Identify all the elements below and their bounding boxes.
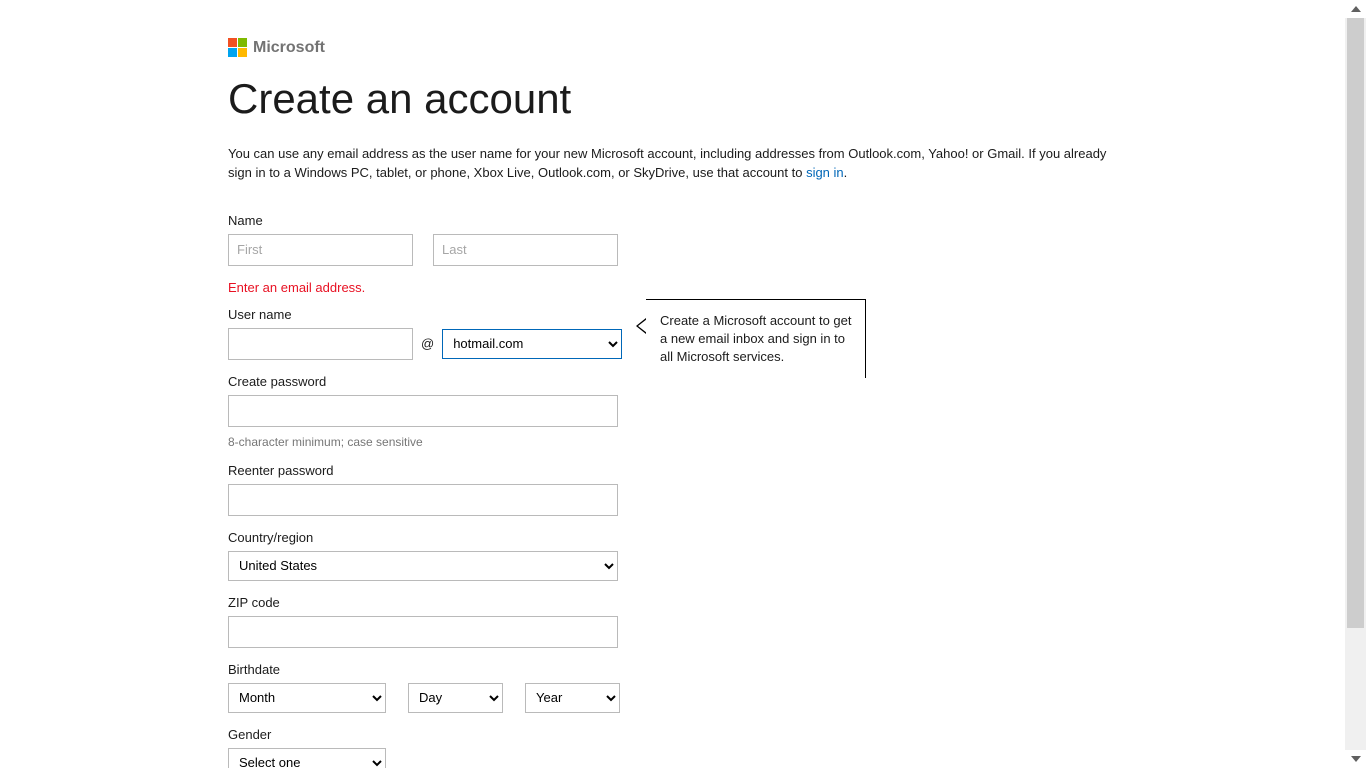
country-label: Country/region [228,530,1285,545]
brand-text: Microsoft [253,39,325,57]
page-content: Microsoft Create an account You can use … [0,0,1345,768]
reenter-password-input[interactable] [228,484,618,516]
email-error: Enter an email address. [228,280,1285,295]
intro-paragraph: You can use any email address as the use… [228,145,1128,183]
password-hint: 8-character minimum; case sensitive [228,435,1285,449]
brand-row: Microsoft [228,38,1285,57]
at-symbol: @ [421,336,434,351]
scrollbar-thumb[interactable] [1347,18,1364,628]
password-input[interactable] [228,395,618,427]
username-input[interactable] [228,328,413,360]
email-domain-select[interactable]: hotmail.com [442,329,622,359]
chevron-down-icon [1351,756,1361,762]
birth-day-select[interactable]: Day [408,683,503,713]
intro-text: You can use any email address as the use… [228,146,1106,180]
scroll-up-button[interactable] [1345,0,1366,18]
zip-label: ZIP code [228,595,1285,610]
signup-form: Name Enter an email address. User name @… [228,213,1285,768]
info-callout: Create a Microsoft account to get a new … [646,299,866,379]
scrollbar-track[interactable] [1345,18,1366,750]
country-select[interactable]: United States [228,551,618,581]
last-name-input[interactable] [433,234,618,266]
page-title: Create an account [228,75,1285,123]
scroll-down-button[interactable] [1345,750,1366,768]
intro-text-end: . [844,165,848,180]
reenter-password-label: Reenter password [228,463,1285,478]
first-name-input[interactable] [228,234,413,266]
vertical-scrollbar[interactable] [1345,0,1366,768]
sign-in-link[interactable]: sign in [806,165,844,180]
birth-year-select[interactable]: Year [525,683,620,713]
microsoft-logo-icon [228,38,247,57]
chevron-up-icon [1351,6,1361,12]
gender-label: Gender [228,727,1285,742]
birthdate-label: Birthdate [228,662,1285,677]
name-label: Name [228,213,1285,228]
gender-select[interactable]: Select one [228,748,386,768]
zip-input[interactable] [228,616,618,648]
birth-month-select[interactable]: Month [228,683,386,713]
